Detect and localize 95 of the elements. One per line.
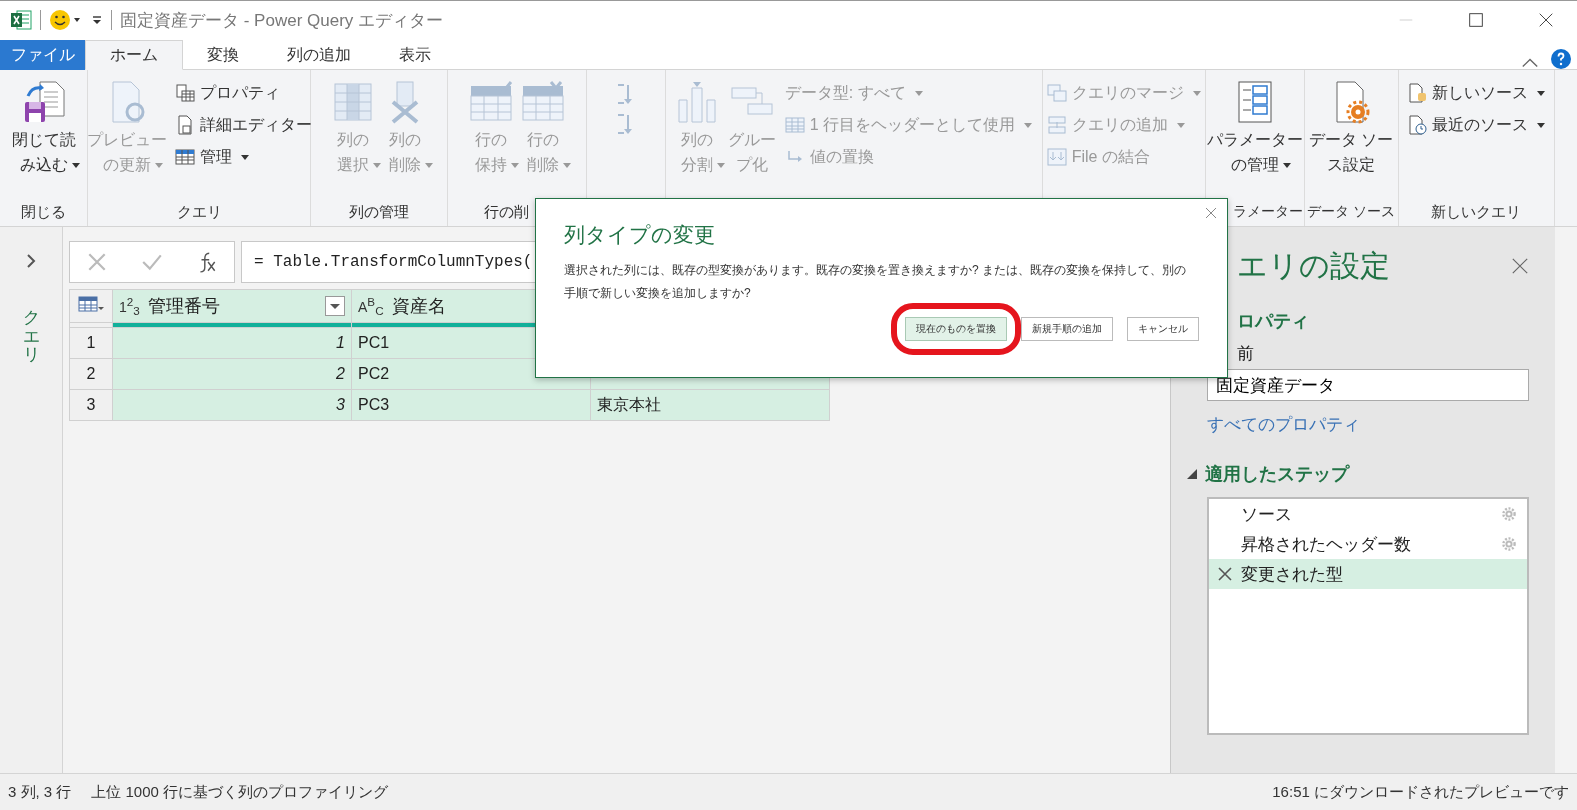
column-header: 管理番号 xyxy=(147,295,220,318)
button-label: パラメーターの管理 xyxy=(1205,130,1304,175)
table-cell: 1 xyxy=(336,334,345,351)
button-label: 閉じて読み込む xyxy=(10,128,77,178)
dialog-button[interactable]: 現在のものを置換 xyxy=(905,316,1007,341)
row-number: 2 xyxy=(86,365,96,382)
section-heading: 適用したステップ xyxy=(1205,463,1349,486)
group-label: クエリ xyxy=(176,202,222,222)
database-document-icon xyxy=(1407,83,1428,103)
table-cell: 3 xyxy=(336,396,345,413)
button-label: 行の保持 xyxy=(474,128,508,178)
customize-toolbar-icon[interactable] xyxy=(91,14,103,26)
button-label: 列の削除 xyxy=(388,128,422,178)
button-label: プレビューの更新 xyxy=(85,130,168,175)
button-label: データ ソース設定 xyxy=(1307,130,1395,175)
dialog-message: 選択された列には、既存の型変換があります。既存の変換を置き換えますか? または、既存の変換を保持して、別の手順で新しい変換を追加しますか? xyxy=(564,262,1186,302)
merge-table-icon xyxy=(1046,83,1067,103)
ribbon-tab[interactable]: ファイル xyxy=(0,40,85,70)
delete-icon[interactable] xyxy=(1217,566,1233,582)
group-label: 閉じる xyxy=(21,202,67,222)
ribbon-button[interactable]: プロパティ xyxy=(173,78,315,108)
filter-dropdown-icon[interactable] xyxy=(325,296,345,316)
properties-icon xyxy=(175,83,196,103)
help-icon[interactable] xyxy=(1551,49,1571,69)
step-item[interactable]: ソース xyxy=(1209,499,1527,529)
step-item[interactable]: 変更された型 xyxy=(1209,559,1527,589)
grid-cross-icon xyxy=(521,80,565,124)
table-cell: PC2 xyxy=(358,365,390,382)
button-label: 値の置換 xyxy=(809,146,874,167)
all-properties-link[interactable]: すべてのプロパティ xyxy=(1207,412,1360,436)
column-header: 資産名 xyxy=(391,295,446,318)
ribbon-button[interactable]: 最近のソース xyxy=(1405,110,1548,140)
button-label: 新しいソース xyxy=(1432,82,1529,103)
group-label: ラメーター xyxy=(1232,203,1303,221)
button-label: 最近のソース xyxy=(1432,114,1529,135)
button-label: クエリのマージ xyxy=(1071,82,1184,103)
group-label: 新しいクエリ xyxy=(1431,202,1522,222)
table-icon xyxy=(175,147,196,167)
spreadsheet-app-icon xyxy=(10,9,32,31)
pane-title: エリの設定 xyxy=(1236,247,1390,284)
collapse-ribbon-icon[interactable] xyxy=(1521,57,1539,69)
dialog-button[interactable]: キャンセル xyxy=(1127,316,1199,341)
maximize-icon[interactable] xyxy=(1467,11,1485,29)
group-label: 列の管理 xyxy=(348,202,409,222)
combine-files-icon xyxy=(1046,147,1067,167)
ribbon-button[interactable]: 管理 xyxy=(173,142,315,172)
button-label: 列の選択 xyxy=(336,128,370,178)
table-cell: PC3 xyxy=(358,396,390,413)
ribbon-button[interactable]: 詳細エディター xyxy=(173,110,315,140)
ribbon-tab[interactable]: 表示 xyxy=(375,40,455,70)
ribbon-button[interactable]: 新しいソース xyxy=(1405,78,1548,108)
button-label: プロパティ xyxy=(200,82,281,103)
button-label: 行の削除 xyxy=(526,128,560,178)
button-label: グループ化 xyxy=(727,130,777,175)
close-icon[interactable] xyxy=(1511,257,1529,275)
button-label: クエリの追加 xyxy=(1071,114,1168,135)
table-menu-icon[interactable] xyxy=(78,296,104,312)
ribbon-tab[interactable]: ホーム xyxy=(85,40,183,70)
status-text: 上位 1000 行に基づく列のプロファイリング xyxy=(91,782,389,802)
clock-document-icon xyxy=(1407,115,1428,135)
append-table-icon xyxy=(1046,115,1067,135)
button-label: 詳細エディター xyxy=(200,114,313,135)
expand-icon[interactable] xyxy=(25,253,37,269)
table-cell: 東京本社 xyxy=(597,395,661,413)
button-label: データ型: すべて xyxy=(784,82,906,103)
collapse-triangle-icon[interactable] xyxy=(1187,469,1197,479)
ribbon-tab[interactable]: 列の追加 xyxy=(263,40,375,70)
row-number: 1 xyxy=(86,334,96,351)
table-icon xyxy=(784,115,805,135)
ribbon-button[interactable]: 閉じて読み込む xyxy=(8,76,79,198)
table-cell: 2 xyxy=(336,365,345,382)
ribbon-button[interactable]: データ ソース設定 xyxy=(1305,76,1398,198)
group-label: 行の削 xyxy=(483,202,529,222)
button-label: 列の分割 xyxy=(680,128,714,178)
status-text: 16:51 にダウンロードされたプレビューです xyxy=(1272,782,1569,802)
close-icon[interactable] xyxy=(1537,11,1555,29)
button-label: 管理 xyxy=(200,146,233,167)
ribbon-button[interactable]: パラメーターの管理 xyxy=(1203,76,1306,198)
status-text: 3 列, 3 行 xyxy=(8,782,72,802)
name-field[interactable]: 固定資産データ xyxy=(1207,369,1529,401)
window-title: 固定資産データ - Power Query エディター xyxy=(120,9,444,32)
button-label: 1 行目をヘッダーとして使用 xyxy=(809,114,1016,135)
section-heading: ロパティ xyxy=(1237,310,1309,333)
button-label: File の結合 xyxy=(1071,146,1150,167)
field-label: 前 xyxy=(1237,342,1254,365)
group-label: データ ソース xyxy=(1307,203,1396,221)
ribbon-tab[interactable]: 変換 xyxy=(183,40,263,70)
smiley-icon[interactable] xyxy=(49,9,83,31)
queries-pane-label[interactable]: クエリ xyxy=(22,309,40,366)
step-item[interactable]: 昇格されたヘッダー数 xyxy=(1209,529,1527,559)
table-cell: PC1 xyxy=(358,334,390,351)
grid-check-icon xyxy=(469,80,513,124)
dialog-button[interactable]: 新規手順の追加 xyxy=(1021,316,1113,341)
dialog-title: 列タイプの変更 xyxy=(564,223,715,246)
row-number: 3 xyxy=(86,396,96,413)
